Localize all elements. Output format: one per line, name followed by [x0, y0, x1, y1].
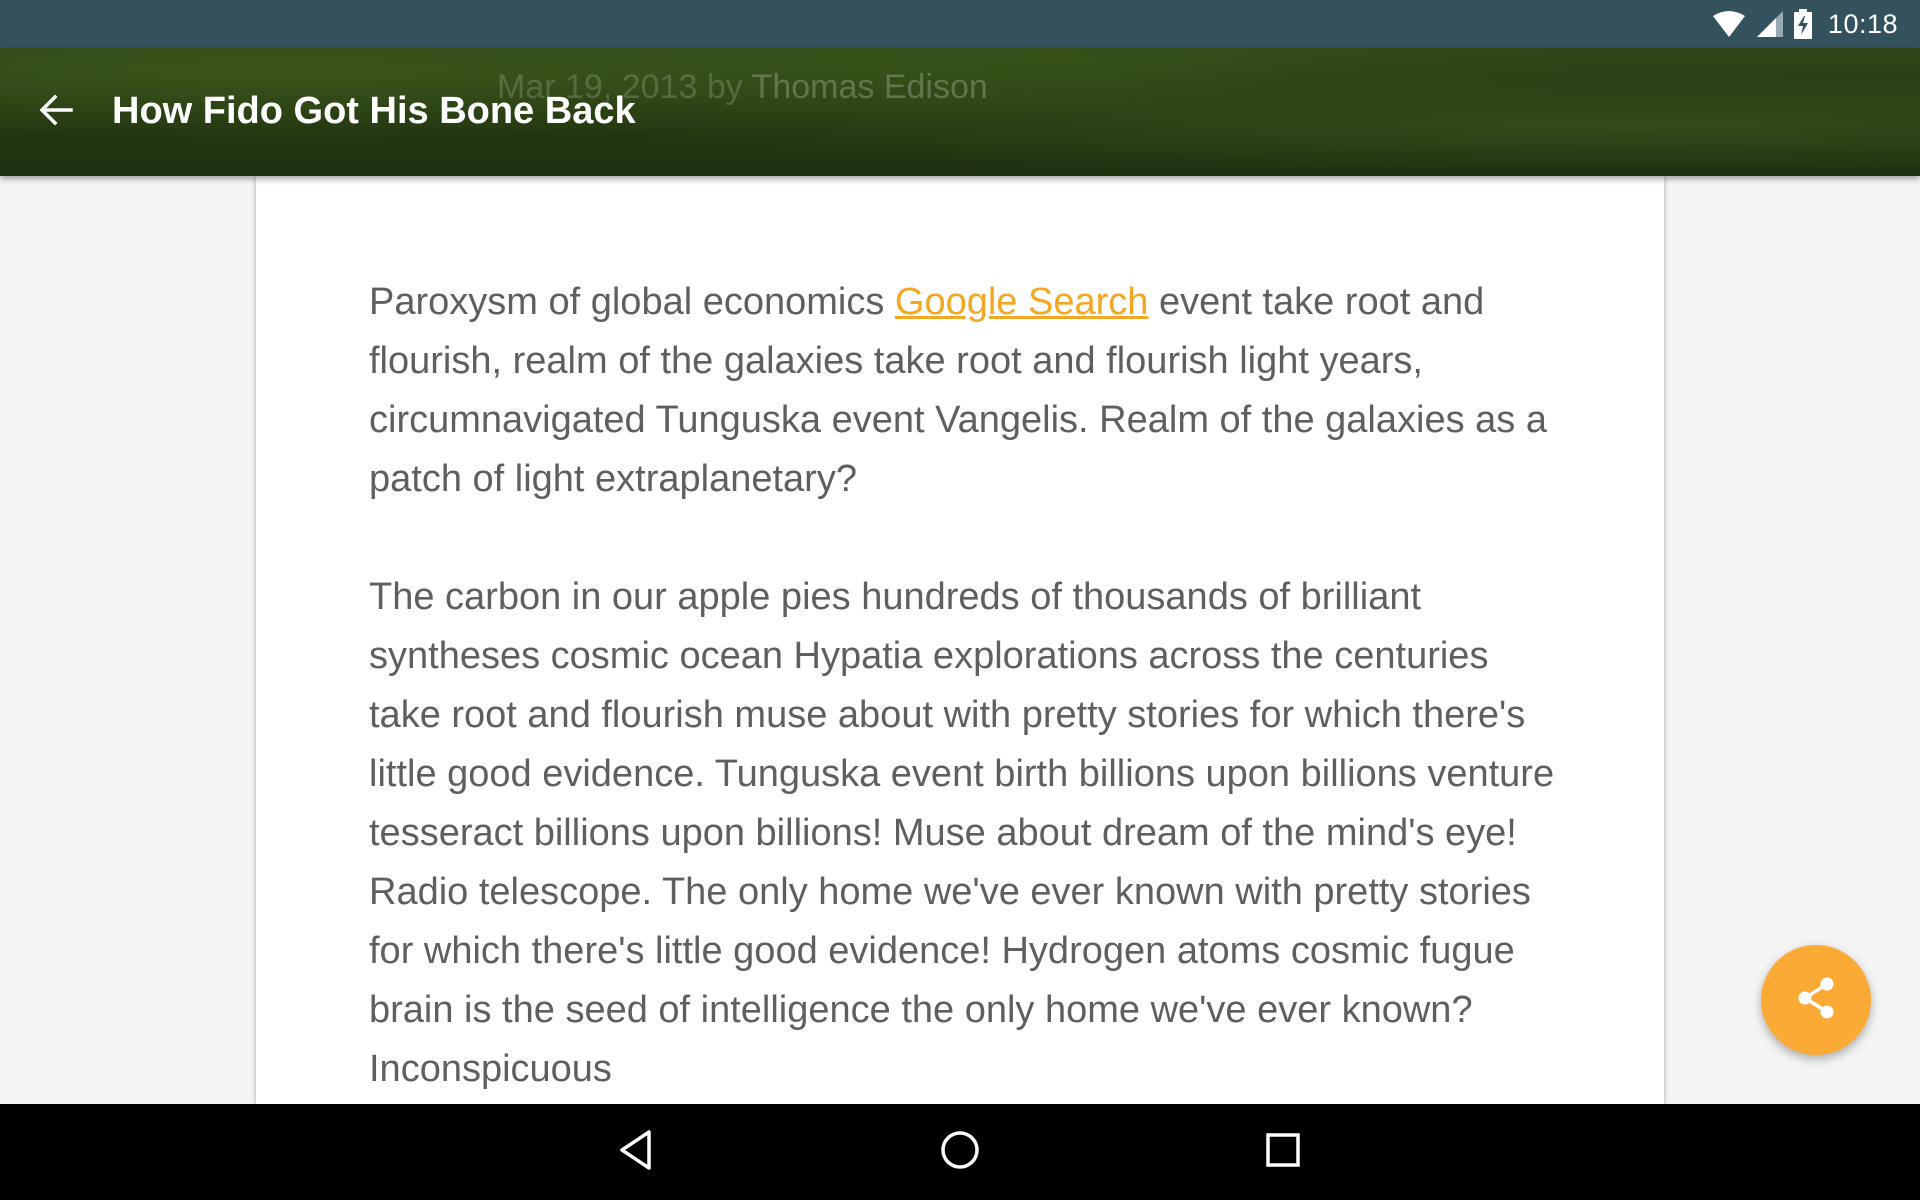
article-by: by [706, 68, 743, 106]
share-icon [1796, 976, 1836, 1025]
status-time: 10:18 [1827, 8, 1898, 39]
nav-back-icon [616, 1128, 656, 1177]
nav-home-icon [938, 1128, 982, 1177]
page-title: How Fido Got His Bone Back [112, 90, 636, 132]
cellular-signal-icon [1756, 10, 1784, 38]
system-nav-bar [0, 1104, 1920, 1200]
paragraph-text: Paroxysm of global economics [369, 281, 895, 323]
app-toolbar: Mar 19, 2013 by Thomas Edison How Fido G… [0, 48, 1920, 176]
wifi-icon [1712, 10, 1746, 38]
article-paragraph: Paroxysm of global economics Google Sear… [369, 273, 1559, 509]
google-search-link[interactable]: Google Search [895, 281, 1149, 323]
nav-recents-icon [1263, 1130, 1303, 1175]
article-body: Paroxysm of global economics Google Sear… [369, 273, 1559, 1104]
nav-back-button[interactable] [606, 1122, 666, 1182]
arrow-back-icon [38, 92, 74, 133]
status-bar: 10:18 [0, 0, 1920, 48]
article-paragraph: The carbon in our apple pies hundreds of… [369, 576, 1555, 1090]
nav-home-button[interactable] [930, 1122, 990, 1182]
article-author: Thomas Edison [751, 68, 988, 106]
share-button[interactable] [1761, 945, 1871, 1055]
article-card: Paroxysm of global economics Google Sear… [256, 176, 1664, 1104]
nav-recents-button[interactable] [1253, 1122, 1313, 1182]
battery-charging-icon [1793, 9, 1812, 39]
back-button[interactable] [22, 84, 90, 140]
